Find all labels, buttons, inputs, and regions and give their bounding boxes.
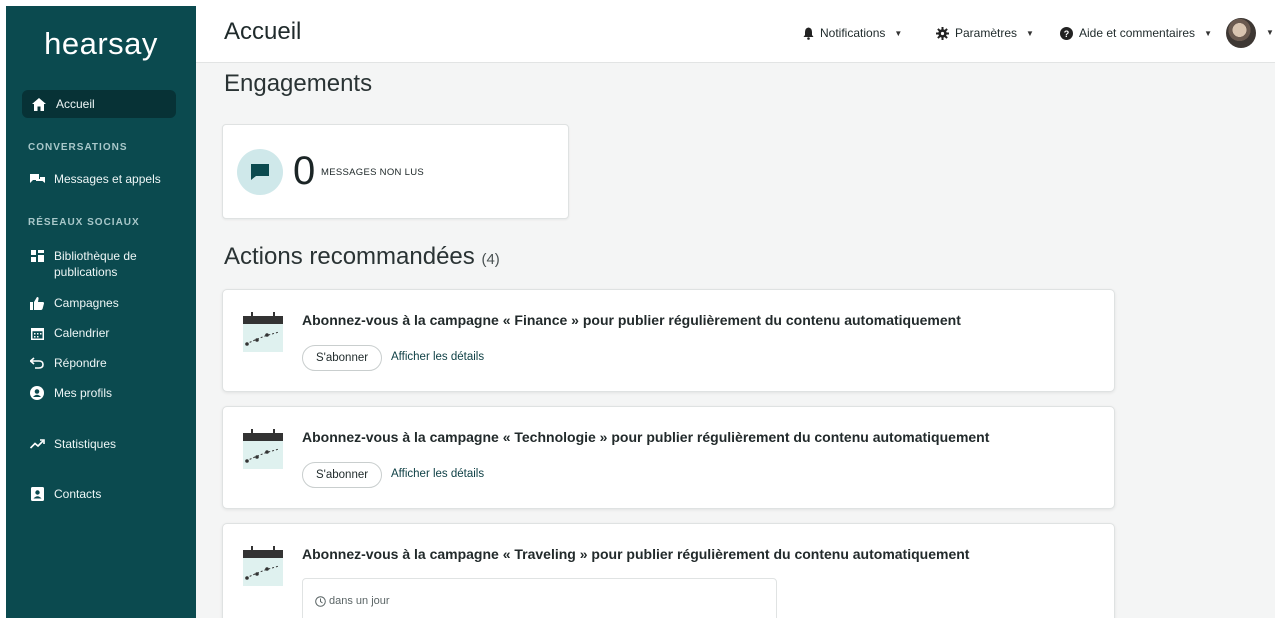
subscribe-button[interactable]: S'abonner (302, 462, 383, 488)
notifications-menu[interactable]: Notifications ▼ (803, 26, 902, 40)
calendar-illustration-icon (243, 546, 283, 586)
view-details-link[interactable]: Afficher les détails (391, 468, 484, 480)
action-card: Abonnez-vous à la campagne « Technologie… (222, 406, 1115, 509)
library-icon (28, 249, 46, 263)
sidebar-item-accueil[interactable]: Accueil (22, 90, 176, 118)
user-avatar[interactable] (1226, 18, 1256, 48)
sidebar-item-repondre[interactable]: Répondre (28, 356, 182, 370)
help-icon: ? (1060, 26, 1073, 40)
chevron-down-icon: ▼ (1026, 28, 1034, 38)
settings-label: Paramètres (955, 26, 1018, 40)
sidebar-item-label: Mes profils (54, 386, 113, 400)
sidebar-item-label: Campagnes (54, 296, 119, 310)
profile-icon (28, 386, 46, 400)
actions-title: Actions recommandées (4) (224, 243, 500, 271)
chat-bubbles-icon (28, 172, 46, 186)
actions-title-text: Actions recommandées (224, 243, 475, 270)
schedule-info: dans un jour (315, 595, 390, 607)
sidebar-item-contacts[interactable]: Contacts (28, 487, 182, 501)
unread-count: 0 (293, 149, 316, 193)
sidebar: hearsay Accueil CONVERSATIONS Messages e… (6, 6, 196, 618)
sidebar-item-label: Bibliothèque de publications (54, 249, 137, 279)
svg-text:?: ? (1064, 29, 1070, 39)
view-details-link[interactable]: Afficher les détails (391, 351, 484, 363)
chevron-down-icon[interactable]: ▼ (1266, 28, 1274, 37)
top-header: Accueil Notifications ▼ Paramètres ▼ ? A… (196, 6, 1275, 63)
sidebar-item-label: Contacts (54, 487, 102, 501)
gear-icon (936, 26, 949, 40)
sidebar-item-messages[interactable]: Messages et appels (28, 172, 182, 186)
schedule-text: dans un jour (329, 595, 390, 607)
main-content: Engagements 0 MESSAGES NON LUS Actions r… (196, 63, 1275, 618)
message-icon (237, 149, 283, 195)
sidebar-item-label: Répondre (54, 356, 107, 370)
calendar-illustration-icon (243, 312, 283, 352)
section-social: RÉSEAUX SOCIAUX (28, 217, 140, 228)
unread-label: MESSAGES NON LUS (321, 167, 424, 178)
engagements-title: Engagements (224, 70, 373, 97)
sidebar-item-campagnes[interactable]: Campagnes (28, 296, 182, 310)
action-card: Abonnez-vous à la campagne « Traveling »… (222, 523, 1115, 618)
section-conversations: CONVERSATIONS (28, 142, 128, 153)
action-title: Abonnez-vous à la campagne « Traveling »… (302, 546, 970, 562)
calendar-illustration-icon (243, 429, 283, 469)
sidebar-item-library[interactable]: Bibliothèque de publications (28, 248, 182, 280)
sidebar-item-profils[interactable]: Mes profils (28, 386, 182, 400)
trending-icon (28, 437, 46, 451)
sidebar-item-label: Calendrier (54, 326, 110, 340)
page-title: Accueil (224, 18, 302, 45)
action-card: Abonnez-vous à la campagne « Finance » p… (222, 289, 1115, 392)
sidebar-item-label: Messages et appels (54, 172, 161, 186)
help-label: Aide et commentaires (1079, 26, 1196, 40)
sidebar-item-label: Accueil (56, 97, 95, 111)
chevron-down-icon: ▼ (894, 28, 903, 38)
home-icon (30, 97, 48, 111)
notifications-label: Notifications (820, 26, 886, 40)
sidebar-item-statistiques[interactable]: Statistiques (28, 437, 182, 451)
actions-count: (4) (481, 251, 500, 268)
contacts-icon (28, 487, 46, 501)
hearsay-logo[interactable]: hearsay (6, 26, 196, 62)
app-frame: hearsay Accueil CONVERSATIONS Messages e… (6, 6, 1275, 618)
action-title: Abonnez-vous à la campagne « Finance » p… (302, 312, 961, 328)
subscribe-button[interactable]: S'abonner (302, 345, 383, 371)
clock-icon (315, 595, 326, 607)
action-title: Abonnez-vous à la campagne « Technologie… (302, 429, 990, 445)
sidebar-item-calendrier[interactable]: Calendrier (28, 326, 182, 340)
thumbs-up-icon (28, 296, 46, 310)
unread-messages-card[interactable]: 0 MESSAGES NON LUS (222, 124, 569, 219)
chevron-down-icon: ▼ (1204, 28, 1212, 38)
sidebar-item-label: Statistiques (54, 437, 117, 451)
reply-icon (28, 356, 46, 370)
schedule-box: dans un jour (302, 578, 777, 618)
settings-menu[interactable]: Paramètres ▼ (936, 26, 1034, 40)
help-menu[interactable]: ? Aide et commentaires ▼ (1060, 26, 1212, 40)
calendar-icon (28, 326, 46, 340)
bell-icon (803, 27, 814, 40)
